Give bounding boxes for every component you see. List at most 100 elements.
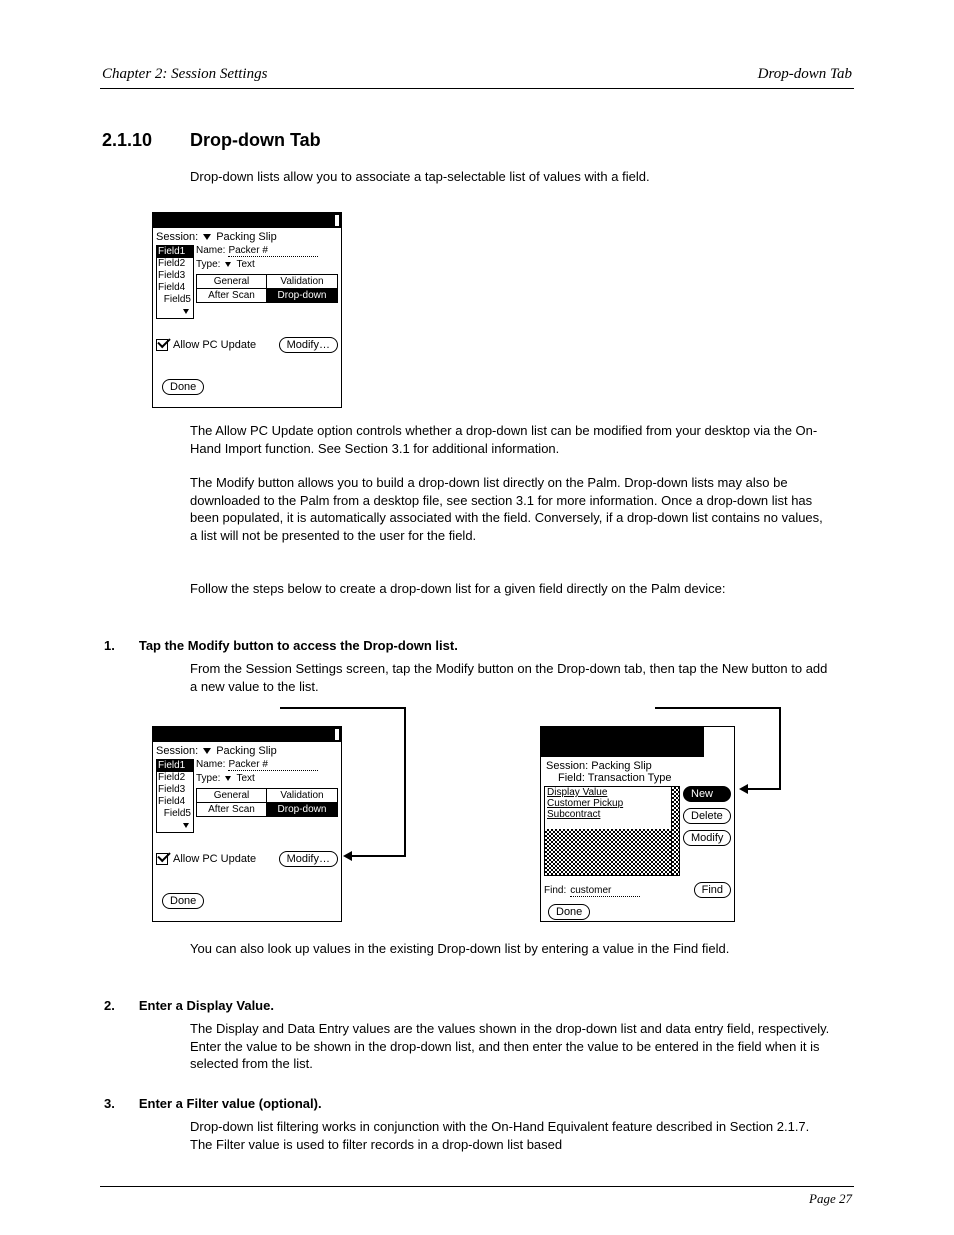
type-value[interactable]: Text bbox=[236, 259, 254, 270]
type-label: Type: bbox=[196, 773, 220, 784]
step-3: 3. Enter a Filter value (optional). bbox=[104, 1096, 322, 1111]
palm-screenshot-2: Session: Packing Slip Field1 Field2 Fiel… bbox=[152, 726, 342, 922]
done-button[interactable]: Done bbox=[162, 893, 204, 909]
session-value[interactable]: Packing Slip bbox=[216, 745, 277, 757]
step-2-sub: The Display and Data Entry values are th… bbox=[190, 1020, 830, 1073]
palm-titlebar bbox=[153, 727, 341, 742]
field-item-3[interactable]: Field3 bbox=[157, 270, 193, 282]
callout-arrow-2 bbox=[748, 788, 781, 790]
field-item-4[interactable]: Field4 bbox=[157, 796, 193, 808]
step-3-number: 3. bbox=[104, 1096, 115, 1111]
allow-pc-update-checkbox[interactable] bbox=[156, 853, 168, 865]
session-label: Session: bbox=[156, 745, 198, 757]
intro-paragraph: Drop-down lists allow you to associate a… bbox=[190, 168, 830, 186]
type-value[interactable]: Text bbox=[236, 773, 254, 784]
palm-screenshot-1: Session: Packing Slip Field1 Field2 Fiel… bbox=[152, 212, 342, 408]
callout-arrow-1-head bbox=[343, 851, 352, 861]
callout-arrow-1 bbox=[404, 707, 406, 857]
callout-arrow-1 bbox=[280, 707, 406, 709]
scroll-down-icon[interactable] bbox=[183, 823, 189, 828]
field-list[interactable]: Field1 Field2 Field3 Field4 Field5 bbox=[156, 759, 194, 833]
type-dropdown-icon[interactable] bbox=[225, 262, 231, 267]
done-button[interactable]: Done bbox=[162, 379, 204, 395]
tab-general[interactable]: General bbox=[197, 275, 267, 289]
find-button[interactable]: Find bbox=[694, 882, 731, 898]
find-label: Find: bbox=[544, 885, 566, 896]
list-row-2[interactable]: Subcontract bbox=[545, 809, 679, 820]
tab-afterscan[interactable]: After Scan bbox=[197, 803, 267, 816]
p3-field: Field: Transaction Type bbox=[558, 772, 731, 784]
section-title: Drop-down Tab bbox=[190, 130, 321, 151]
new-button[interactable]: New bbox=[683, 786, 731, 802]
callout-arrow-2 bbox=[779, 707, 781, 790]
step-2-number: 2. bbox=[104, 998, 115, 1013]
session-label: Session: bbox=[156, 231, 198, 243]
section-number: 2.1.10 bbox=[102, 130, 152, 151]
tab-grid: General Validation After Scan Drop-down bbox=[196, 274, 338, 303]
list-header: Display Value bbox=[545, 787, 679, 798]
tab-validation[interactable]: Validation bbox=[267, 789, 337, 803]
step-3-title: Enter a Filter value (optional). bbox=[139, 1096, 322, 1111]
palm-screenshot-3: Session: Packing Slip Field: Transaction… bbox=[540, 726, 735, 922]
step-1-number: 1. bbox=[104, 638, 115, 653]
field-item-2[interactable]: Field2 bbox=[157, 772, 193, 784]
tab-general[interactable]: General bbox=[197, 789, 267, 803]
step-3-sub: Drop-down list filtering works in conjun… bbox=[190, 1118, 830, 1153]
done-button[interactable]: Done bbox=[548, 904, 590, 920]
footer-rule bbox=[100, 1186, 854, 1187]
header-chapter: Chapter 2: Session Settings bbox=[102, 66, 267, 83]
paragraph-find-note: You can also look up values in the exist… bbox=[190, 940, 830, 958]
paragraph-steps-intro: Follow the steps below to create a drop-… bbox=[190, 580, 830, 598]
step-1-title: Tap the Modify button to access the Drop… bbox=[139, 638, 458, 653]
allow-pc-update-checkbox[interactable] bbox=[156, 339, 168, 351]
field-item-5[interactable]: Field5 bbox=[157, 294, 193, 318]
tab-grid: General Validation After Scan Drop-down bbox=[196, 788, 338, 817]
tab-afterscan[interactable]: After Scan bbox=[197, 289, 267, 302]
step-2: 2. Enter a Display Value. bbox=[104, 998, 274, 1013]
p3-session: Session: Packing Slip bbox=[546, 760, 731, 772]
callout-arrow-2-head bbox=[739, 784, 748, 794]
session-value[interactable]: Packing Slip bbox=[216, 231, 277, 243]
palm-titlebar bbox=[541, 727, 734, 757]
field-item-1[interactable]: Field1 bbox=[157, 246, 193, 258]
session-dropdown-icon[interactable] bbox=[203, 748, 211, 754]
modify-button[interactable]: Modify bbox=[683, 830, 731, 846]
type-label: Type: bbox=[196, 259, 220, 270]
tab-validation[interactable]: Validation bbox=[267, 275, 337, 289]
list-empty-area bbox=[545, 829, 671, 875]
field-item-1[interactable]: Field1 bbox=[157, 760, 193, 772]
session-dropdown-icon[interactable] bbox=[203, 234, 211, 240]
field-item-5[interactable]: Field5 bbox=[157, 808, 193, 832]
field-item-4[interactable]: Field4 bbox=[157, 282, 193, 294]
step-2-title: Enter a Display Value. bbox=[139, 998, 274, 1013]
tab-dropdown[interactable]: Drop-down bbox=[267, 803, 337, 816]
delete-button[interactable]: Delete bbox=[683, 808, 731, 824]
callout-arrow-2 bbox=[655, 707, 781, 709]
field-list[interactable]: Field1 Field2 Field3 Field4 Field5 bbox=[156, 245, 194, 319]
type-dropdown-icon[interactable] bbox=[225, 776, 231, 781]
modify-button[interactable]: Modify… bbox=[279, 851, 338, 867]
dropdown-value-list[interactable]: Display Value Customer Pickup Subcontrac… bbox=[544, 786, 680, 876]
footer-page: Page 27 bbox=[809, 1191, 852, 1207]
palm-titlebar bbox=[153, 213, 341, 228]
list-scrollbar[interactable] bbox=[671, 787, 679, 875]
name-input[interactable]: Packer # bbox=[228, 245, 318, 257]
scroll-down-icon[interactable] bbox=[183, 309, 189, 314]
allow-pc-update-label: Allow PC Update bbox=[173, 339, 256, 351]
tab-dropdown[interactable]: Drop-down bbox=[267, 289, 337, 302]
paragraph-allow-pc: The Allow PC Update option controls whet… bbox=[190, 422, 830, 457]
name-input[interactable]: Packer # bbox=[228, 759, 318, 771]
header-rule bbox=[100, 88, 854, 89]
modify-button[interactable]: Modify… bbox=[279, 337, 338, 353]
step-1-sub: From the Session Settings screen, tap th… bbox=[190, 660, 830, 695]
step-1: 1. Tap the Modify button to access the D… bbox=[104, 638, 458, 653]
name-label: Name: bbox=[196, 759, 225, 770]
header-topic: Drop-down Tab bbox=[758, 66, 852, 83]
field-item-2[interactable]: Field2 bbox=[157, 258, 193, 270]
list-row-1[interactable]: Customer Pickup bbox=[545, 798, 679, 809]
field-item-3[interactable]: Field3 bbox=[157, 784, 193, 796]
paragraph-modify: The Modify button allows you to build a … bbox=[190, 474, 830, 544]
allow-pc-update-label: Allow PC Update bbox=[173, 853, 256, 865]
find-input[interactable]: customer bbox=[570, 885, 640, 897]
callout-arrow-1 bbox=[352, 855, 406, 857]
